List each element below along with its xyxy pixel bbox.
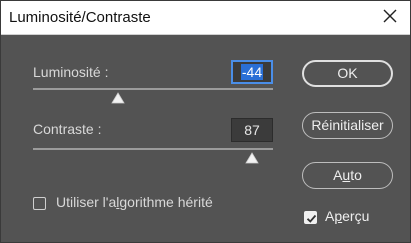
ok-button[interactable]: OK: [302, 60, 393, 87]
contrast-input[interactable]: 87: [231, 118, 273, 142]
preview-checkbox[interactable]: [304, 211, 317, 224]
brightness-slider-track[interactable]: [33, 88, 273, 90]
legacy-algorithm-label[interactable]: Utiliser l'algorithme hérité: [56, 194, 213, 210]
brightness-input[interactable]: -44: [231, 60, 273, 84]
contrast-value: 87: [244, 122, 260, 138]
preview-label-part: erçu: [342, 208, 370, 224]
preview-label[interactable]: Aperçu: [325, 208, 369, 224]
preview-label-part: A: [325, 208, 335, 224]
brightness-label: Luminosité :: [33, 64, 109, 80]
checkmark-icon: [306, 214, 317, 223]
legacy-label-part: gorithme hérité: [119, 194, 213, 210]
preview-label-mnemonic: p: [334, 208, 343, 224]
brightness-contrast-dialog: Luminosité/Contraste Luminosité : -44 Co…: [0, 0, 411, 243]
brightness-value: -44: [240, 64, 264, 80]
contrast-slider-track[interactable]: [33, 148, 273, 150]
legacy-algorithm-checkbox[interactable]: [33, 197, 46, 210]
auto-button[interactable]: Auto: [302, 162, 393, 189]
title-bar: Luminosité/Contraste: [1, 1, 410, 35]
brightness-slider-thumb[interactable]: [111, 92, 125, 104]
dialog-title: Luminosité/Contraste: [9, 9, 151, 26]
contrast-slider-thumb[interactable]: [245, 152, 259, 164]
close-icon[interactable]: [380, 6, 400, 26]
auto-label-part: to: [350, 167, 362, 183]
contrast-label: Contraste :: [33, 121, 102, 137]
reset-button[interactable]: Réinitialiser: [302, 112, 393, 139]
legacy-label-part: Utiliser l'a: [56, 194, 117, 210]
